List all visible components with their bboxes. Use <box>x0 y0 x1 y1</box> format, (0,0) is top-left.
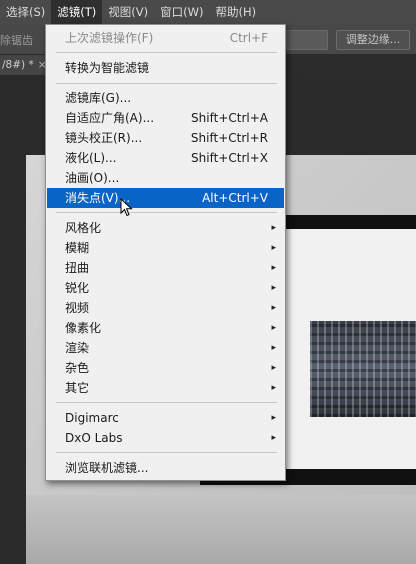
submenu-distort[interactable]: 扭曲 ▸ <box>47 258 284 278</box>
submenu-arrow-icon: ▸ <box>271 323 276 333</box>
last-filter-item[interactable]: 上次滤镜操作(F) Ctrl+F <box>47 28 284 48</box>
menu-separator <box>56 52 277 53</box>
filter-gallery-label: 滤镜库(G)... <box>65 91 132 105</box>
convert-smart-filter-item[interactable]: 转换为智能滤镜 <box>47 58 284 78</box>
mouse-pointer-icon <box>120 198 133 217</box>
document-tab[interactable]: /8#) * × <box>0 55 47 75</box>
menu-window[interactable]: 窗口(W) <box>154 0 209 24</box>
lens-correction-item[interactable]: 镜头校正(R)... Shift+Ctrl+R <box>47 128 284 148</box>
browse-filters-online-item[interactable]: 浏览联机滤镜... <box>47 458 284 478</box>
submenu-blur[interactable]: 模糊 ▸ <box>47 238 284 258</box>
submenu-arrow-icon: ▸ <box>271 283 276 293</box>
vanishing-point-item[interactable]: 消失点(V)... Alt+Ctrl+V <box>47 188 284 208</box>
last-filter-shortcut: Ctrl+F <box>229 31 268 45</box>
menu-help[interactable]: 帮助(H) <box>209 0 262 24</box>
document-tab-label: /8#) * <box>2 59 34 71</box>
plugin-digimarc[interactable]: Digimarc ▸ <box>47 408 284 428</box>
last-filter-label: 上次滤镜操作(F) <box>65 31 154 45</box>
menubar: 选择(S) 滤镜(T) 视图(V) 窗口(W) 帮助(H) <box>0 0 416 24</box>
submenu-arrow-icon: ▸ <box>271 243 276 253</box>
submenu-label: 扭曲 <box>65 261 90 275</box>
lens-correction-shortcut: Shift+Ctrl+R <box>190 131 268 145</box>
submenu-arrow-icon: ▸ <box>271 413 276 423</box>
submenu-other[interactable]: 其它 ▸ <box>47 378 284 398</box>
options-field[interactable] <box>286 30 328 50</box>
menu-select[interactable]: 选择(S) <box>0 0 51 24</box>
submenu-render[interactable]: 渲染 ▸ <box>47 338 284 358</box>
submenu-arrow-icon: ▸ <box>271 363 276 373</box>
submenu-arrow-icon: ▸ <box>271 343 276 353</box>
menu-view[interactable]: 视图(V) <box>102 0 154 24</box>
menu-separator <box>56 83 277 84</box>
building-photo <box>310 321 416 417</box>
plugin-label: DxO Labs <box>65 431 123 445</box>
submenu-video[interactable]: 视频 ▸ <box>47 298 284 318</box>
submenu-label: 杂色 <box>65 361 90 375</box>
submenu-label: 锐化 <box>65 281 90 295</box>
oil-paint-label: 油画(O)... <box>65 171 120 185</box>
submenu-pixelate[interactable]: 像素化 ▸ <box>47 318 284 338</box>
liquify-label: 液化(L)... <box>65 151 117 165</box>
menu-separator <box>56 212 277 213</box>
image-floor <box>26 495 416 564</box>
submenu-noise[interactable]: 杂色 ▸ <box>47 358 284 378</box>
submenu-label: 渲染 <box>65 341 90 355</box>
submenu-label: 视频 <box>65 301 90 315</box>
adaptive-wide-angle-item[interactable]: 自适应广角(A)... Shift+Ctrl+A <box>47 108 284 128</box>
submenu-arrow-icon: ▸ <box>271 303 276 313</box>
convert-smart-filter-label: 转换为智能滤镜 <box>65 61 150 75</box>
oil-paint-item[interactable]: 油画(O)... <box>47 168 284 188</box>
submenu-label: 像素化 <box>65 321 102 335</box>
submenu-arrow-icon: ▸ <box>271 383 276 393</box>
lens-correction-label: 镜头校正(R)... <box>65 131 143 145</box>
menu-filter[interactable]: 滤镜(T) <box>51 0 103 24</box>
submenu-label: 模糊 <box>65 241 90 255</box>
refine-edge-button[interactable]: 调整边缘... <box>336 30 410 50</box>
submenu-arrow-icon: ▸ <box>271 223 276 233</box>
submenu-stylize[interactable]: 风格化 ▸ <box>47 218 284 238</box>
menu-separator <box>56 402 277 403</box>
submenu-arrow-icon: ▸ <box>271 433 276 443</box>
plugin-label: Digimarc <box>65 411 119 425</box>
menu-separator <box>56 452 277 453</box>
filter-menu: 上次滤镜操作(F) Ctrl+F 转换为智能滤镜 滤镜库(G)... 自适应广角… <box>45 24 286 481</box>
plugin-dxo-labs[interactable]: DxO Labs ▸ <box>47 428 284 448</box>
liquify-item[interactable]: 液化(L)... Shift+Ctrl+X <box>47 148 284 168</box>
browse-filters-online-label: 浏览联机滤镜... <box>65 461 149 475</box>
submenu-label: 其它 <box>65 381 90 395</box>
anti-alias-label[interactable]: 除锯齿 <box>0 32 33 48</box>
adaptive-wide-angle-label: 自适应广角(A)... <box>65 111 155 125</box>
liquify-shortcut: Shift+Ctrl+X <box>191 151 268 165</box>
filter-gallery-item[interactable]: 滤镜库(G)... <box>47 88 284 108</box>
submenu-sharpen[interactable]: 锐化 ▸ <box>47 278 284 298</box>
adaptive-wide-angle-shortcut: Shift+Ctrl+A <box>191 111 268 125</box>
submenu-label: 风格化 <box>65 221 102 235</box>
submenu-arrow-icon: ▸ <box>271 263 276 273</box>
vanishing-point-shortcut: Alt+Ctrl+V <box>202 191 268 205</box>
